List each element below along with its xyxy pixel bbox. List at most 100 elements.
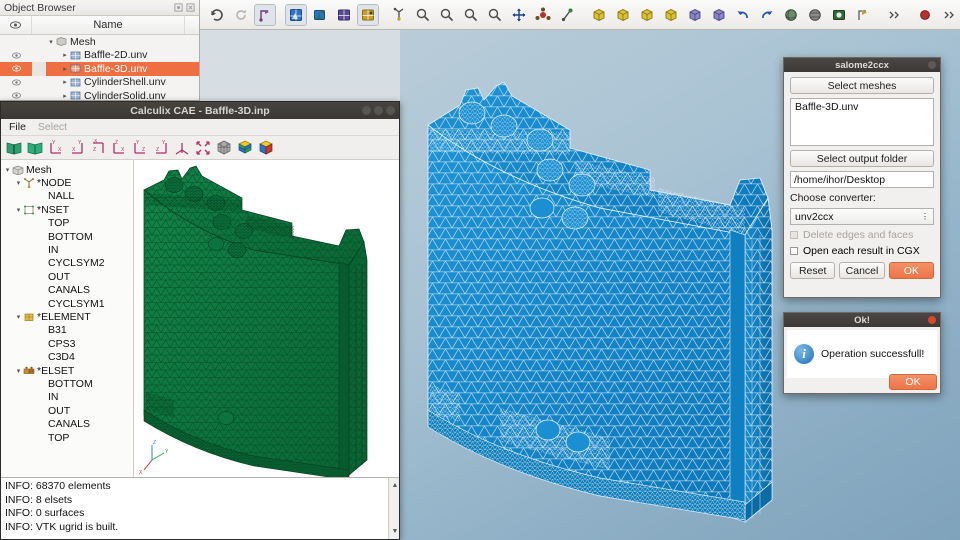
back-view-icon[interactable]: [615, 7, 631, 23]
zoom-fit-icon[interactable]: [463, 7, 479, 23]
salome-main-toolbar[interactable]: [200, 0, 960, 30]
clipping-icon[interactable]: [852, 4, 874, 26]
zoom-reset-icon[interactable]: [487, 7, 503, 23]
view-right-icon[interactable]: YZ: [151, 138, 171, 158]
scroll-down-arrow-icon[interactable]: ▼: [392, 524, 399, 540]
cgx-tree-node[interactable]: ▾*NSET: [3, 203, 133, 216]
close-button[interactable]: [386, 106, 395, 115]
cgx-tree-node[interactable]: OUT: [3, 270, 133, 283]
top-view-icon[interactable]: [639, 7, 655, 23]
cgx-tree-node[interactable]: ▾Mesh: [3, 163, 133, 176]
mesh-list[interactable]: Baffle-3D.unv: [790, 98, 934, 146]
view-back-icon[interactable]: YX: [67, 138, 87, 158]
global-pan-icon[interactable]: [535, 7, 551, 23]
view-top-icon[interactable]: ZX: [89, 139, 107, 157]
create-submesh-icon[interactable]: [309, 4, 331, 26]
wireframe-icon[interactable]: [215, 139, 233, 157]
cgx-3d-viewport[interactable]: Z Y X: [134, 160, 399, 477]
overflow-icon[interactable]: [883, 4, 905, 26]
cgx-window-buttons[interactable]: [362, 106, 395, 115]
visibility-toggle[interactable]: [0, 79, 32, 86]
close-icon[interactable]: [928, 316, 936, 324]
top-view-icon[interactable]: [636, 4, 658, 26]
converter-select[interactable]: unv2ccx ⋮: [790, 208, 934, 225]
ok-button[interactable]: OK: [889, 262, 934, 279]
bottom-view-icon[interactable]: [663, 7, 679, 23]
cgx-info-scrollbar[interactable]: ▲ ▼: [388, 478, 400, 539]
create-mesh-icon[interactable]: [285, 4, 307, 26]
zoom-reset-icon[interactable]: [484, 4, 506, 26]
salome2ccx-titlebar[interactable]: salome2ccx: [784, 58, 940, 72]
wireframe-icon[interactable]: [807, 7, 823, 23]
twisty-icon[interactable]: ▾: [14, 313, 23, 321]
eye-icon[interactable]: [12, 65, 21, 72]
screenshot-icon[interactable]: [831, 7, 847, 23]
select-node-icon[interactable]: [391, 7, 407, 23]
redo-icon[interactable]: [759, 7, 775, 23]
twisty-icon[interactable]: ▾: [14, 206, 23, 214]
view-iso-icon[interactable]: [172, 138, 192, 158]
cgx-model-tree[interactable]: ▾Mesh▾*NODENALL▾*NSETTOPBOTTOMINCYCLSYM2…: [1, 160, 134, 477]
more-icon[interactable]: [942, 7, 956, 23]
reset-button[interactable]: Reset: [790, 262, 835, 279]
twisty-icon[interactable]: ▸: [60, 92, 70, 100]
fit-view-icon[interactable]: [193, 138, 213, 158]
surface-icon[interactable]: [236, 139, 254, 157]
zoom-fit-icon[interactable]: [460, 4, 482, 26]
view-left-icon[interactable]: YZ: [131, 139, 149, 157]
zoom-icon[interactable]: [412, 4, 434, 26]
twisty-icon[interactable]: ▸: [60, 78, 70, 86]
cgx-info-log[interactable]: INFO: 68370 elementsINFO: 8 elsetsINFO: …: [1, 477, 400, 539]
ok-dialog-titlebar[interactable]: Ok!: [784, 313, 940, 327]
salome2ccx-dialog[interactable]: salome2ccx Select meshes Baffle-3D.unv S…: [783, 57, 941, 298]
object-browser-row[interactable]: ▸CylinderSolid.unv: [0, 89, 199, 101]
view-iso-icon[interactable]: [173, 139, 191, 157]
mesh-order-icon[interactable]: [336, 7, 352, 23]
more-icon[interactable]: [938, 4, 960, 26]
object-browser-row[interactable]: ▸Baffle-2D.unv: [0, 49, 199, 63]
surface-icon[interactable]: [235, 138, 255, 158]
twisty-icon[interactable]: ▸: [60, 65, 70, 73]
mesh-compute-icon[interactable]: [257, 7, 273, 23]
rotate-icon[interactable]: [206, 4, 228, 26]
right-view-icon[interactable]: [711, 7, 727, 23]
open-cgx-checkbox-row[interactable]: Open each result in CGX: [790, 245, 934, 257]
column-header-visibility[interactable]: [0, 16, 32, 34]
view-bottom-icon[interactable]: ZX: [109, 138, 129, 158]
right-view-icon[interactable]: [708, 4, 730, 26]
record-icon[interactable]: [917, 7, 933, 23]
redo-icon[interactable]: [756, 4, 778, 26]
mesh-info-icon[interactable]: [357, 4, 379, 26]
column-header-name[interactable]: Name: [32, 16, 185, 34]
cgx-tree-node[interactable]: CANALS: [3, 284, 133, 297]
object-browser-row[interactable]: ▸CylinderShell.unv: [0, 76, 199, 90]
close-icon[interactable]: [928, 61, 936, 69]
back-view-icon[interactable]: [612, 4, 634, 26]
cgx-tree-node[interactable]: ▾*ELSET: [3, 364, 133, 377]
close-icon[interactable]: [186, 3, 195, 12]
twisty-icon[interactable]: ▸: [60, 51, 70, 59]
shaded-icon[interactable]: [256, 138, 276, 158]
view-back-icon[interactable]: YX: [68, 139, 86, 157]
shaded-icon[interactable]: [257, 139, 275, 157]
rotate-view-icon[interactable]: [556, 4, 578, 26]
view-bottom-icon[interactable]: ZX: [110, 139, 128, 157]
zoom-area-icon[interactable]: [439, 7, 455, 23]
open-frd-icon[interactable]: [26, 139, 44, 157]
visibility-toggle[interactable]: [0, 65, 32, 72]
ok-dialog-ok-button[interactable]: OK: [889, 374, 937, 390]
cgx-tree-node[interactable]: ▾*NODE: [3, 176, 133, 189]
cgx-tree-node[interactable]: CYCLSYM2: [3, 257, 133, 270]
view-right-icon[interactable]: YZ: [152, 139, 170, 157]
fit-view-icon[interactable]: [194, 139, 212, 157]
view-top-icon[interactable]: ZX: [88, 138, 108, 158]
wireframe-icon[interactable]: [804, 4, 826, 26]
undo-icon[interactable]: [735, 7, 751, 23]
zoom-area-icon[interactable]: [436, 4, 458, 26]
object-browser-tree[interactable]: ▾Mesh▸Baffle-2D.unv▸Baffle-3D.unv▸Cylind…: [0, 35, 199, 101]
refresh-icon[interactable]: [230, 4, 252, 26]
open-inp-icon[interactable]: [5, 139, 23, 157]
object-browser-row[interactable]: ▾Mesh: [0, 35, 199, 49]
left-view-icon[interactable]: [687, 7, 703, 23]
overflow-icon[interactable]: [887, 7, 901, 23]
